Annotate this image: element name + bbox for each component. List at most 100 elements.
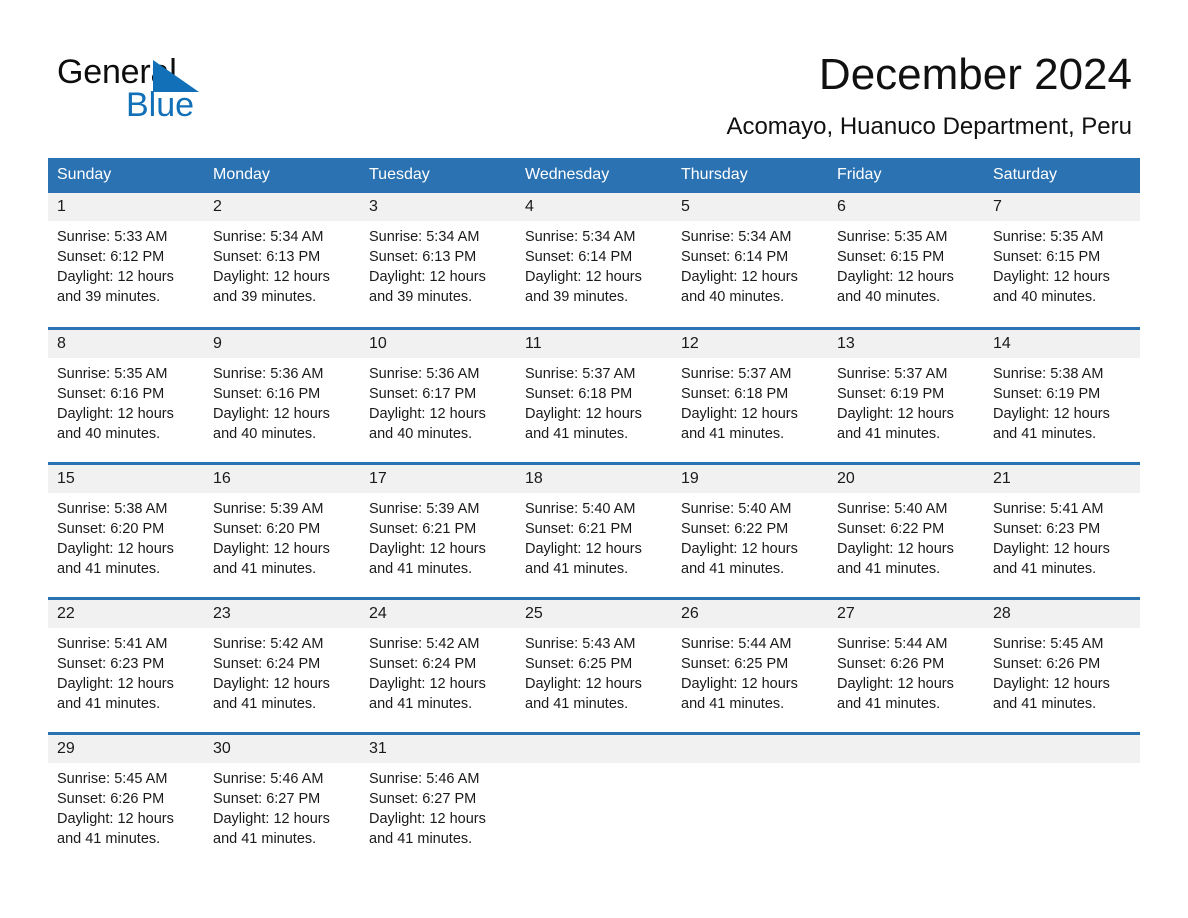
- daylight-text-line2: and 41 minutes.: [993, 560, 1097, 577]
- day-number: 2: [204, 193, 360, 221]
- daylight-text-line2: and 41 minutes.: [681, 425, 785, 442]
- sunset-text: Sunset: 6:14 PM: [681, 249, 789, 265]
- calendar-day-cell[interactable]: 16 Sunrise: 5:39 AM Sunset: 6:20 PM Dayl…: [204, 461, 360, 598]
- calendar-day-cell[interactable]: 23 Sunrise: 5:42 AM Sunset: 6:24 PM Dayl…: [204, 596, 360, 733]
- calendar-day-cell[interactable]: 10 Sunrise: 5:36 AM Sunset: 6:17 PM Dayl…: [360, 326, 516, 463]
- day-number: 19: [672, 464, 828, 493]
- calendar-day-cell[interactable]: 5 Sunrise: 5:34 AM Sunset: 6:14 PM Dayli…: [672, 193, 828, 328]
- day-info: Sunrise: 5:45 AM Sunset: 6:26 PM Dayligh…: [48, 763, 204, 849]
- calendar-day-cell[interactable]: 2 Sunrise: 5:34 AM Sunset: 6:13 PM Dayli…: [204, 193, 360, 328]
- calendar-day-cell[interactable]: 7 Sunrise: 5:35 AM Sunset: 6:15 PM Dayli…: [984, 193, 1140, 328]
- calendar-day-cell-empty: [672, 731, 828, 868]
- sunrise-text: Sunrise: 5:34 AM: [369, 229, 480, 245]
- daylight-text-line1: Daylight: 12 hours: [681, 675, 798, 692]
- day-info: Sunrise: 5:34 AM Sunset: 6:13 PM Dayligh…: [360, 221, 516, 307]
- calendar-day-cell[interactable]: 4 Sunrise: 5:34 AM Sunset: 6:14 PM Dayli…: [516, 193, 672, 328]
- day-info: Sunrise: 5:38 AM Sunset: 6:19 PM Dayligh…: [984, 358, 1140, 444]
- weekday-header-wednesday: Wednesday: [516, 158, 672, 193]
- calendar-day-cell[interactable]: 31 Sunrise: 5:46 AM Sunset: 6:27 PM Dayl…: [360, 731, 516, 868]
- day-info: Sunrise: 5:43 AM Sunset: 6:25 PM Dayligh…: [516, 628, 672, 714]
- calendar-day-cell[interactable]: 15 Sunrise: 5:38 AM Sunset: 6:20 PM Dayl…: [48, 461, 204, 598]
- sunset-text: Sunset: 6:20 PM: [213, 520, 321, 537]
- daylight-text-line1: Daylight: 12 hours: [837, 675, 954, 692]
- calendar-day-cell[interactable]: 20 Sunrise: 5:40 AM Sunset: 6:22 PM Dayl…: [828, 461, 984, 598]
- calendar-day-cell[interactable]: 24 Sunrise: 5:42 AM Sunset: 6:24 PM Dayl…: [360, 596, 516, 733]
- daylight-text-line1: Daylight: 12 hours: [57, 405, 174, 422]
- daylight-text-line1: Daylight: 12 hours: [525, 405, 642, 422]
- daylight-text-line2: and 41 minutes.: [681, 695, 785, 712]
- sunrise-text: Sunrise: 5:41 AM: [57, 635, 168, 652]
- calendar-week-row: 29 Sunrise: 5:45 AM Sunset: 6:26 PM Dayl…: [48, 731, 1140, 868]
- sunset-text: Sunset: 6:15 PM: [837, 249, 945, 265]
- daylight-text-line2: and 41 minutes.: [213, 695, 317, 712]
- calendar-table: Sunday Monday Tuesday Wednesday Thursday…: [48, 158, 1140, 868]
- day-number: 1: [48, 193, 204, 221]
- calendar-day-cell[interactable]: 6 Sunrise: 5:35 AM Sunset: 6:15 PM Dayli…: [828, 193, 984, 328]
- calendar-day-cell[interactable]: 11 Sunrise: 5:37 AM Sunset: 6:18 PM Dayl…: [516, 326, 672, 463]
- day-number: [984, 734, 1140, 763]
- sunset-text: Sunset: 6:26 PM: [837, 655, 945, 672]
- day-info: Sunrise: 5:41 AM Sunset: 6:23 PM Dayligh…: [48, 628, 204, 714]
- daylight-text-line1: Daylight: 12 hours: [57, 269, 174, 285]
- day-number: 3: [360, 193, 516, 221]
- day-number: 23: [204, 599, 360, 628]
- sunset-text: Sunset: 6:13 PM: [213, 249, 321, 265]
- calendar-day-cell[interactable]: 30 Sunrise: 5:46 AM Sunset: 6:27 PM Dayl…: [204, 731, 360, 868]
- sunset-text: Sunset: 6:27 PM: [213, 790, 321, 807]
- day-number: 26: [672, 599, 828, 628]
- day-info: Sunrise: 5:34 AM Sunset: 6:13 PM Dayligh…: [204, 221, 360, 307]
- calendar-day-cell[interactable]: 3 Sunrise: 5:34 AM Sunset: 6:13 PM Dayli…: [360, 193, 516, 328]
- daylight-text-line1: Daylight: 12 hours: [213, 405, 330, 422]
- sunrise-text: Sunrise: 5:34 AM: [681, 229, 792, 245]
- day-info: Sunrise: 5:35 AM Sunset: 6:16 PM Dayligh…: [48, 358, 204, 444]
- calendar-day-cell[interactable]: 8 Sunrise: 5:35 AM Sunset: 6:16 PM Dayli…: [48, 326, 204, 463]
- sunrise-text: Sunrise: 5:36 AM: [369, 365, 480, 382]
- calendar-day-cell[interactable]: 18 Sunrise: 5:40 AM Sunset: 6:21 PM Dayl…: [516, 461, 672, 598]
- sunset-text: Sunset: 6:26 PM: [993, 655, 1101, 672]
- daylight-text-line1: Daylight: 12 hours: [681, 540, 798, 557]
- weekday-header-friday: Friday: [828, 158, 984, 193]
- sunset-text: Sunset: 6:21 PM: [369, 520, 477, 537]
- calendar-day-cell-empty: [828, 731, 984, 868]
- daylight-text-line1: Daylight: 12 hours: [213, 675, 330, 692]
- generalblue-logo[interactable]: General Blue: [57, 52, 357, 124]
- sunrise-text: Sunrise: 5:46 AM: [369, 770, 480, 787]
- calendar-day-cell[interactable]: 28 Sunrise: 5:45 AM Sunset: 6:26 PM Dayl…: [984, 596, 1140, 733]
- sunset-text: Sunset: 6:23 PM: [993, 520, 1101, 537]
- calendar-day-cell[interactable]: 22 Sunrise: 5:41 AM Sunset: 6:23 PM Dayl…: [48, 596, 204, 733]
- day-number: 16: [204, 464, 360, 493]
- day-info: Sunrise: 5:36 AM Sunset: 6:16 PM Dayligh…: [204, 358, 360, 444]
- calendar-day-cell[interactable]: 19 Sunrise: 5:40 AM Sunset: 6:22 PM Dayl…: [672, 461, 828, 598]
- calendar-day-cell[interactable]: 12 Sunrise: 5:37 AM Sunset: 6:18 PM Dayl…: [672, 326, 828, 463]
- sunrise-text: Sunrise: 5:44 AM: [837, 635, 948, 652]
- daylight-text-line1: Daylight: 12 hours: [369, 810, 486, 827]
- sunrise-text: Sunrise: 5:35 AM: [993, 229, 1104, 245]
- sunrise-text: Sunrise: 5:43 AM: [525, 635, 636, 652]
- calendar-day-cell[interactable]: 13 Sunrise: 5:37 AM Sunset: 6:19 PM Dayl…: [828, 326, 984, 463]
- calendar-day-cell[interactable]: 26 Sunrise: 5:44 AM Sunset: 6:25 PM Dayl…: [672, 596, 828, 733]
- daylight-text-line2: and 41 minutes.: [993, 695, 1097, 712]
- daylight-text-line2: and 41 minutes.: [213, 830, 317, 847]
- sunrise-text: Sunrise: 5:35 AM: [57, 365, 168, 382]
- calendar-day-cell[interactable]: 21 Sunrise: 5:41 AM Sunset: 6:23 PM Dayl…: [984, 461, 1140, 598]
- day-info: Sunrise: 5:36 AM Sunset: 6:17 PM Dayligh…: [360, 358, 516, 444]
- daylight-text-line1: Daylight: 12 hours: [837, 269, 954, 285]
- daylight-text-line2: and 40 minutes.: [369, 425, 473, 442]
- calendar-day-cell[interactable]: 14 Sunrise: 5:38 AM Sunset: 6:19 PM Dayl…: [984, 326, 1140, 463]
- sunset-text: Sunset: 6:14 PM: [525, 249, 633, 265]
- day-number: 18: [516, 464, 672, 493]
- daylight-text-line1: Daylight: 12 hours: [993, 405, 1110, 422]
- calendar-day-cell[interactable]: 27 Sunrise: 5:44 AM Sunset: 6:26 PM Dayl…: [828, 596, 984, 733]
- day-number: 27: [828, 599, 984, 628]
- daylight-text-line1: Daylight: 12 hours: [837, 405, 954, 422]
- calendar-day-cell[interactable]: 29 Sunrise: 5:45 AM Sunset: 6:26 PM Dayl…: [48, 731, 204, 868]
- sunrise-text: Sunrise: 5:39 AM: [213, 500, 324, 517]
- calendar-day-cell[interactable]: 9 Sunrise: 5:36 AM Sunset: 6:16 PM Dayli…: [204, 326, 360, 463]
- calendar-day-cell[interactable]: 25 Sunrise: 5:43 AM Sunset: 6:25 PM Dayl…: [516, 596, 672, 733]
- sunset-text: Sunset: 6:25 PM: [525, 655, 633, 672]
- calendar-day-cell[interactable]: 1 Sunrise: 5:33 AM Sunset: 6:12 PM Dayli…: [48, 193, 204, 328]
- calendar-day-cell[interactable]: 17 Sunrise: 5:39 AM Sunset: 6:21 PM Dayl…: [360, 461, 516, 598]
- day-info: [828, 763, 984, 769]
- sunset-text: Sunset: 6:12 PM: [57, 249, 165, 265]
- daylight-text-line2: and 41 minutes.: [213, 560, 317, 577]
